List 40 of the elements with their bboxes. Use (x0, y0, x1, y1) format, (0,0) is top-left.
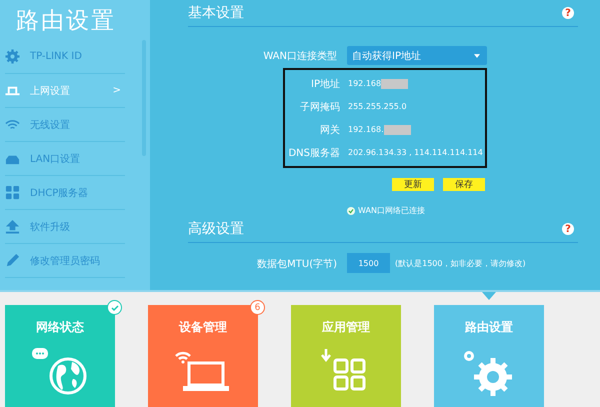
status-text: WAN口网络已连接 (358, 205, 425, 216)
sidebar-item[interactable]: DHCP服务器 (5, 176, 125, 210)
hint-text: (默认是1500，如非必要，请勿修改) (395, 258, 526, 269)
gear-icon (5, 49, 20, 64)
refresh-button[interactable]: 更新 (392, 178, 434, 191)
upload-icon (5, 219, 20, 234)
menu-tile[interactable]: 应用管理 (291, 305, 401, 407)
help-icon[interactable]: ? (562, 7, 574, 19)
count-badge: 6 (250, 300, 265, 315)
pointer-icon (482, 292, 496, 300)
caret-icon (474, 54, 480, 58)
sidebar-item[interactable]: 无线设置 (5, 108, 125, 142)
sidebar-item[interactable]: TP-LINK ID (5, 40, 125, 74)
sidebar-item[interactable]: LAN口设置 (5, 142, 125, 176)
connection-type-dropdown[interactable]: 自动获得IP地址 (347, 46, 487, 65)
sidebar-item[interactable]: 软件升级 (5, 210, 125, 244)
field-value: 192.168. (348, 125, 384, 134)
field-label: 网关 (319, 124, 340, 136)
section-title: 高级设置 (188, 220, 244, 238)
menu-tile[interactable]: 网络状态 (5, 305, 115, 407)
sidebar-title: 路由设置 (15, 7, 117, 36)
check-badge-icon (107, 300, 122, 315)
help-icon[interactable]: ? (562, 223, 574, 235)
sidebar-item[interactable]: 修改管理员密码 (5, 244, 125, 278)
field-label: 数据包MTU(字节) (256, 258, 337, 271)
field-label: WAN口连接类型 (262, 50, 337, 62)
pencil-icon (5, 253, 20, 268)
field-value: 255.255.255.0 (348, 102, 407, 111)
field-label: DNS服务器 (287, 146, 340, 160)
chevron-text: > (112, 85, 121, 96)
grid-icon (5, 185, 20, 200)
mtu-input-field[interactable]: 1500 (347, 253, 390, 273)
menu-tile[interactable]: 路由设置 (434, 305, 544, 407)
field-value: 202.96.134.33 , 114.114.114.114 (348, 148, 483, 157)
field-label: IP地址 (310, 78, 340, 90)
field-label: 子网掩码 (299, 100, 340, 114)
save-button[interactable]: 保存 (443, 178, 485, 191)
sidebar-item[interactable]: 上网设置 > (5, 74, 125, 108)
section-title: 基本设置 (188, 4, 244, 22)
field-value: 192.168 (348, 79, 382, 88)
